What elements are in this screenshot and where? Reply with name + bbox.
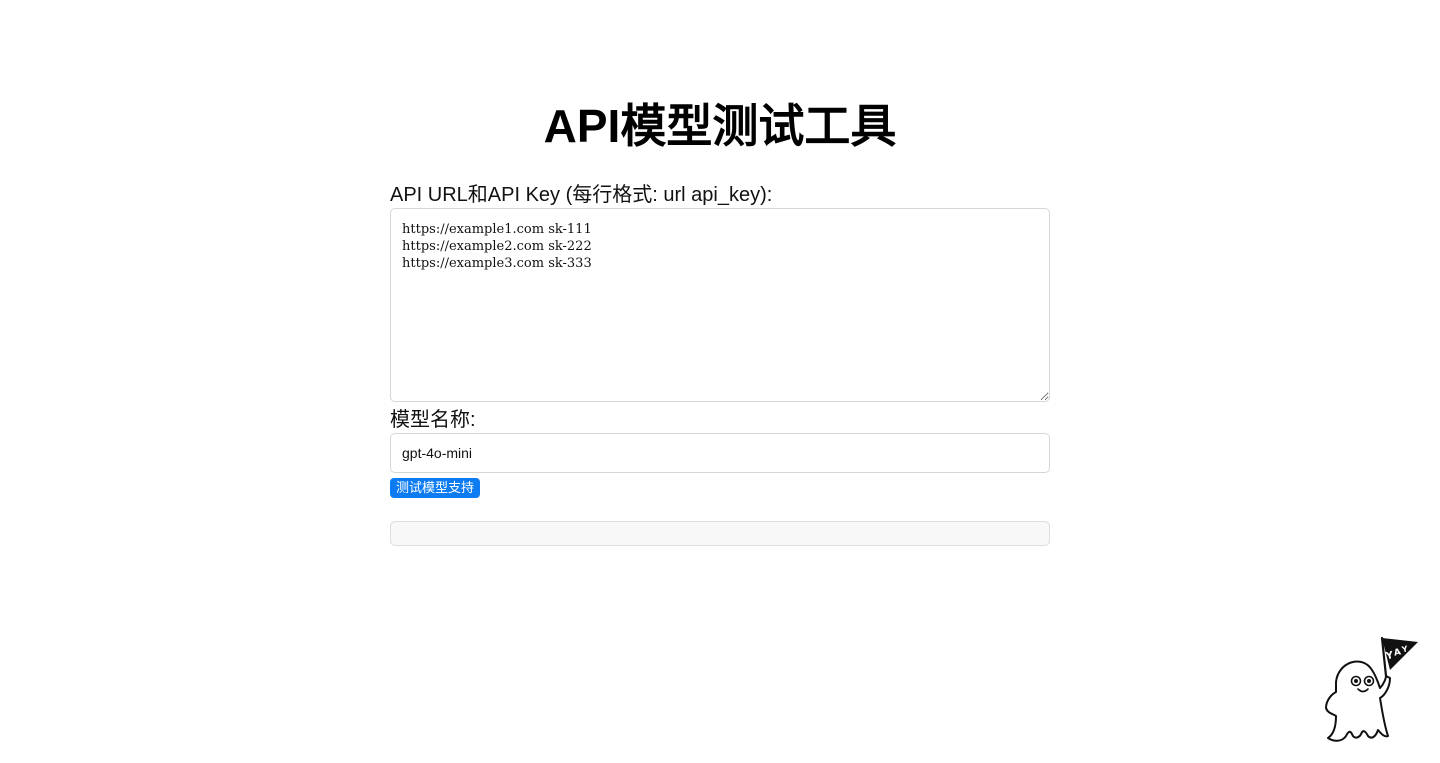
test-model-button[interactable]: 测试模型支持	[390, 478, 481, 498]
model-label: 模型名称:	[390, 409, 476, 431]
page-title: API模型测试工具	[543, 100, 897, 152]
urls-label: API URL和API Key (每行格式: url api_key):	[390, 184, 773, 206]
page: API模型测试工具 API URL和API Key (每行格式: url api…	[0, 0, 1440, 763]
main-container: API模型测试工具 API URL和API Key (每行格式: url api…	[390, 96, 1050, 546]
model-name-input[interactable]	[390, 433, 1050, 473]
ghost-mascot-icon: Y A Y	[1318, 636, 1422, 744]
result-box	[390, 521, 1050, 546]
urls-textarea[interactable]: https://example1.com sk-111 https://exam…	[390, 208, 1050, 402]
